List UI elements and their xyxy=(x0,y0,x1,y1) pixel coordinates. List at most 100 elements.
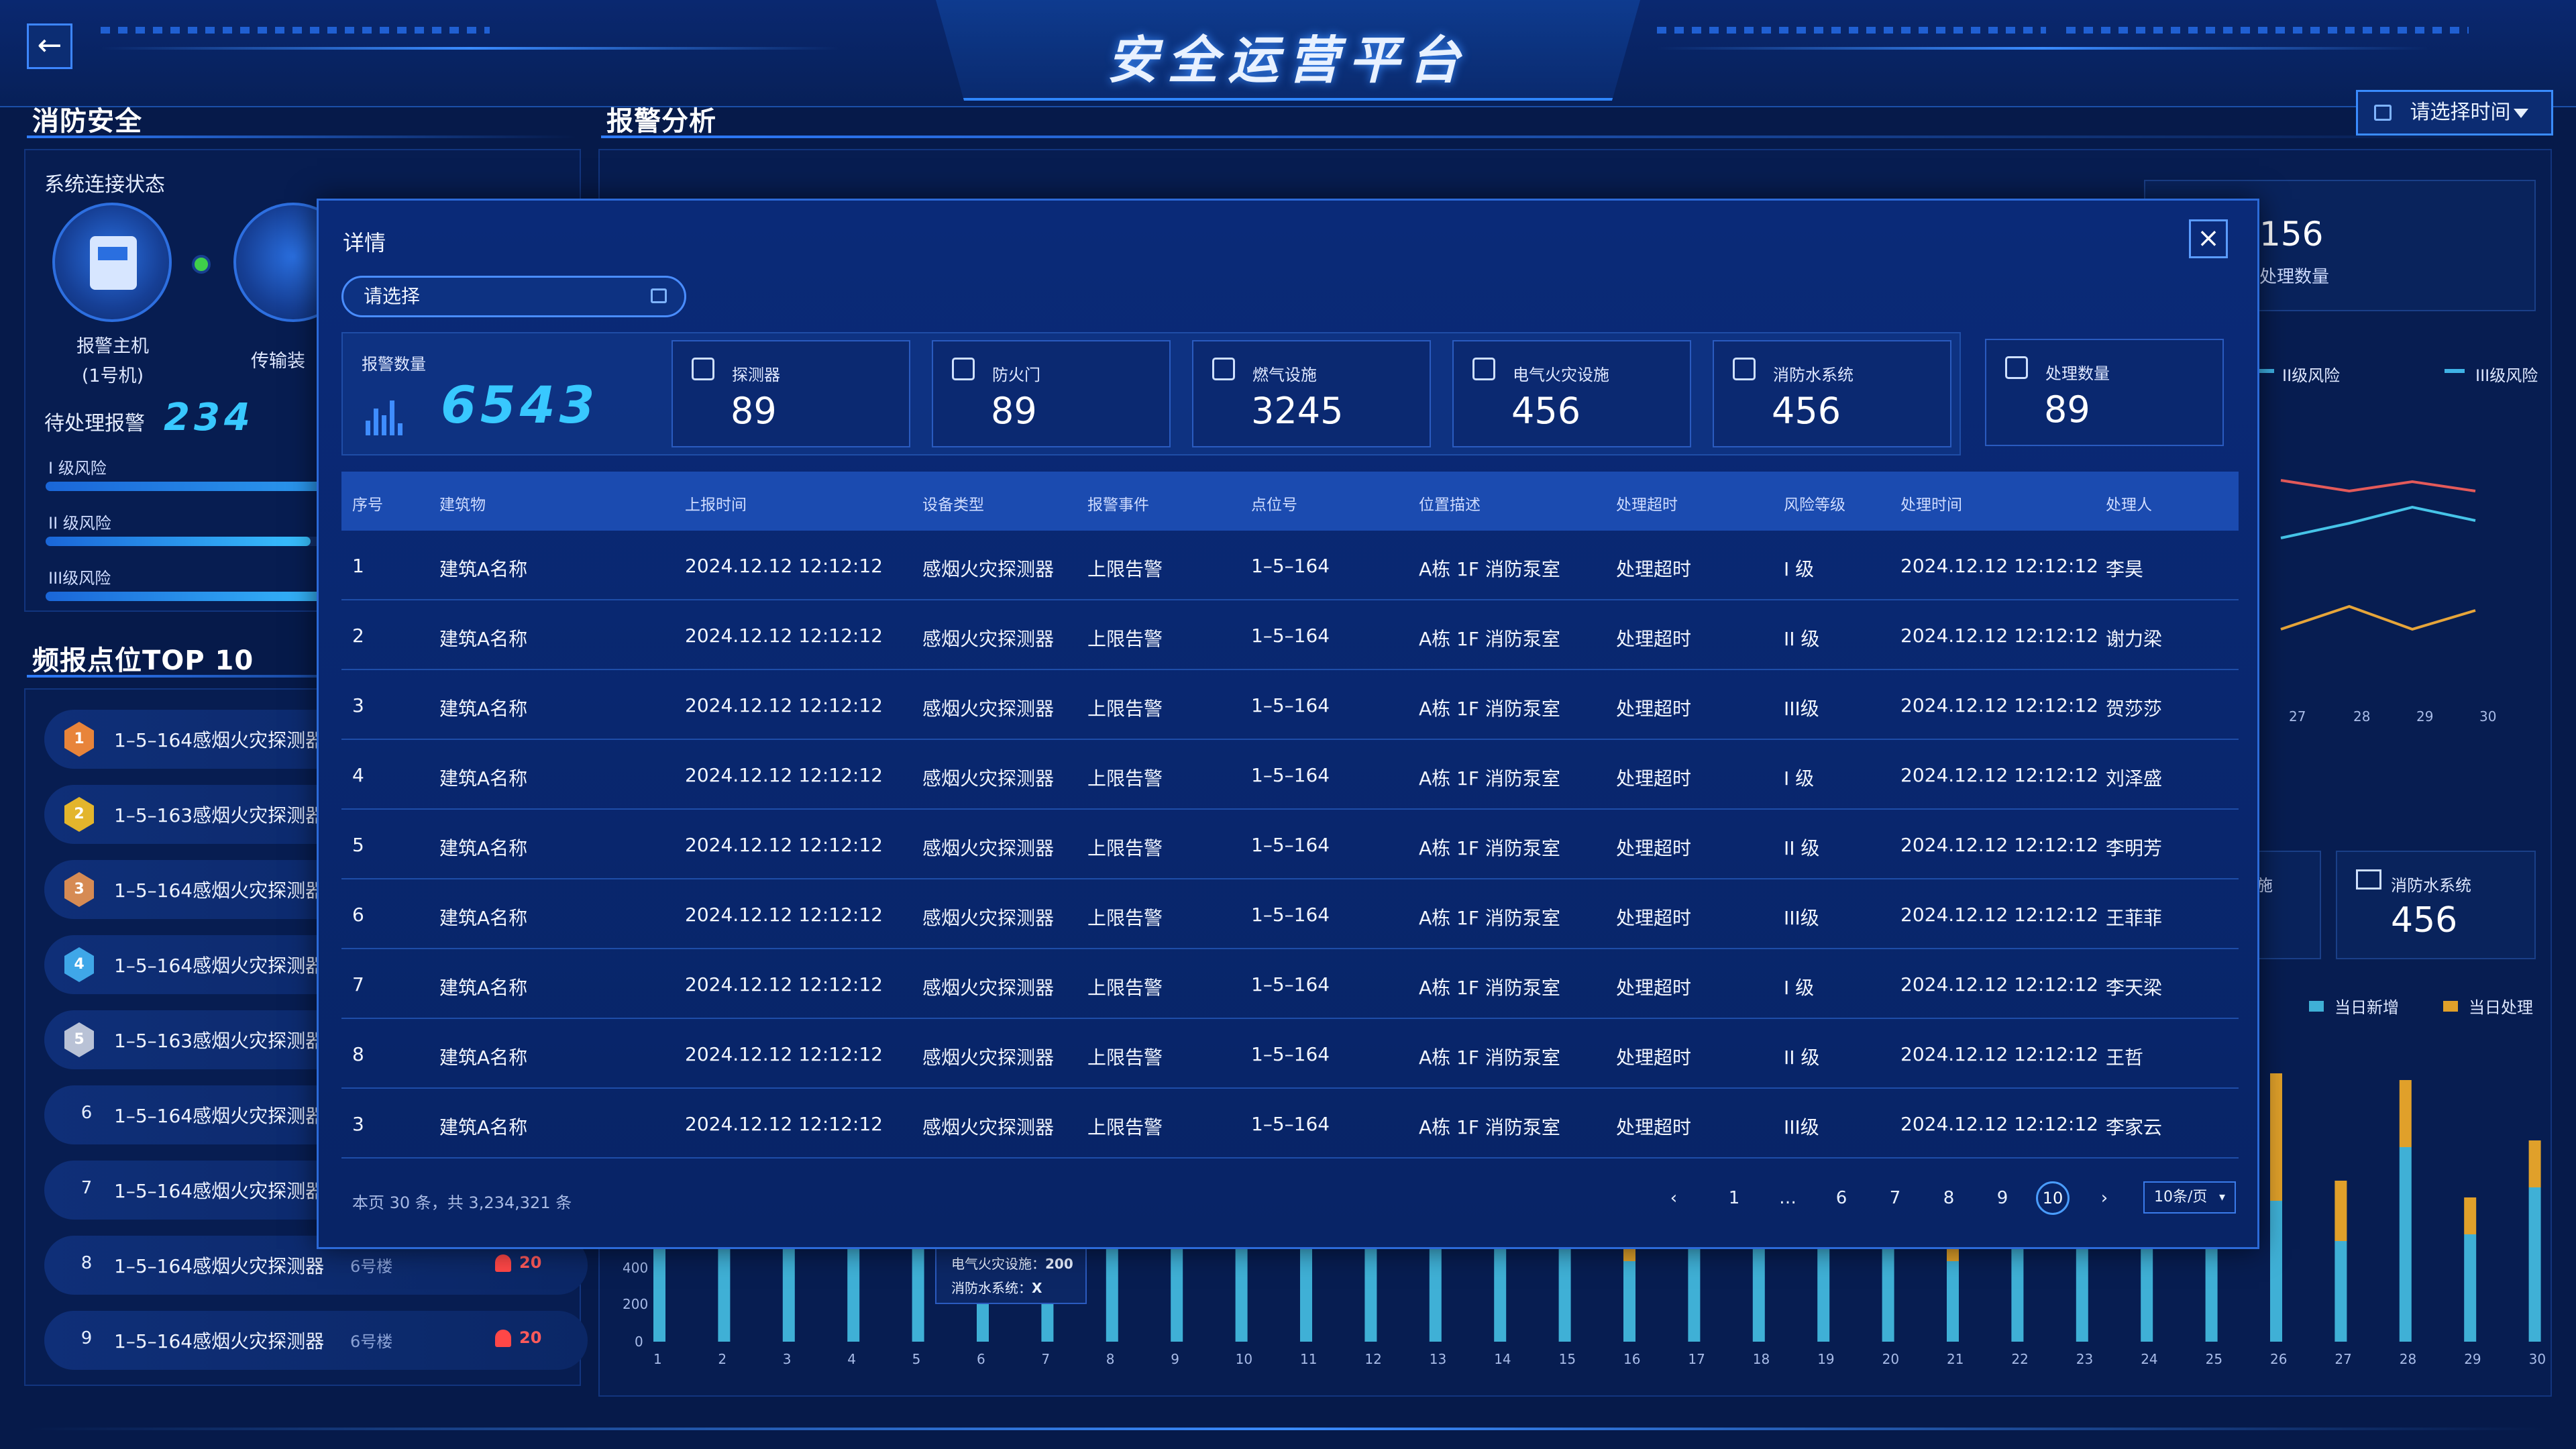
table-row[interactable]: 5 建筑A名称 2024.12.12 12:12:12 感烟火灾探测器 上限告警 1–5–… xyxy=(341,810,2239,879)
table-cell: 建筑A名称 xyxy=(439,837,528,859)
top10-list-item[interactable]: 9 1–5–164感烟火灾探测器 6号楼 20 xyxy=(44,1311,588,1370)
table-cell: 2024.12.12 12:12:12 xyxy=(1900,625,2098,647)
bar-new xyxy=(1947,1261,1959,1342)
stat-value: 456 xyxy=(1772,390,1841,432)
table-cell: 建筑A名称 xyxy=(439,767,528,790)
table-cell: 2024.12.12 12:12:12 xyxy=(685,1113,883,1135)
column-header: 报警事件 xyxy=(1087,496,1149,514)
table-cell: 建筑A名称 xyxy=(439,1116,528,1138)
tooltip-value: X xyxy=(1032,1280,1042,1296)
calendar-icon xyxy=(2374,105,2392,121)
page-button[interactable]: 1 xyxy=(1721,1188,1748,1208)
stat-label: 消防水系统 xyxy=(1773,366,1854,384)
table-row[interactable]: 1 建筑A名称 2024.12.12 12:12:12 感烟火灾探测器 上限告警 1–5–… xyxy=(341,531,2239,600)
pager-ellipsis[interactable]: … xyxy=(1774,1188,1801,1208)
medal-icon: 4 xyxy=(64,947,94,982)
table-cell: 1–5–164 xyxy=(1251,834,1330,856)
table-cell: 建筑A名称 xyxy=(439,907,528,929)
page-button[interactable]: 9 xyxy=(1989,1188,2016,1208)
electric-icon xyxy=(1472,358,1495,380)
prev-page-button[interactable]: ‹ xyxy=(1660,1188,1687,1208)
stat-value: 3245 xyxy=(1251,390,1344,432)
table-cell: I 级 xyxy=(1784,767,1815,790)
medal-icon: 1 xyxy=(64,722,94,757)
page-button[interactable]: 7 xyxy=(1882,1188,1909,1208)
medal-icon: 2 xyxy=(64,797,94,832)
medal-icon: 5 xyxy=(64,1022,94,1057)
point-name: 1–5–163感烟火灾探测器 xyxy=(114,1030,325,1052)
current-page-button[interactable]: 10 xyxy=(2036,1181,2070,1215)
table-cell: 1–5–164 xyxy=(1251,694,1330,716)
close-button[interactable]: × xyxy=(2189,219,2228,258)
water-system-icon xyxy=(2356,869,2381,890)
x-tick: 29 xyxy=(2464,1351,2481,1367)
table-cell: 刘泽盛 xyxy=(2106,767,2163,790)
table-cell: 处理超时 xyxy=(1616,1046,1692,1069)
x-tick: 8 xyxy=(1106,1351,1115,1367)
stats-strip: 报警数量 6543 探测器 89 防火门 89 燃气设施 3245 电气火灾设施 456 消防水… xyxy=(341,332,1961,455)
y-tick: 400 xyxy=(623,1260,649,1276)
x-tick: 18 xyxy=(1752,1351,1770,1367)
back-button[interactable]: ← xyxy=(27,23,72,69)
table-row[interactable]: 7 建筑A名称 2024.12.12 12:12:12 感烟火灾探测器 上限告警 1–5–… xyxy=(341,949,2239,1019)
legend-label: II级风险 xyxy=(2282,366,2341,385)
bar-new xyxy=(782,1241,795,1342)
x-tick: 27 xyxy=(2334,1351,2352,1367)
next-page-button[interactable]: › xyxy=(2091,1188,2118,1208)
date-select[interactable]: 请选择 xyxy=(341,276,686,317)
table-cell: 3 xyxy=(352,694,364,716)
page-button[interactable]: 8 xyxy=(1935,1188,1962,1208)
bar-new xyxy=(653,1241,665,1342)
x-tick: 26 xyxy=(2270,1351,2288,1367)
x-tick: 3 xyxy=(782,1351,792,1367)
risk-label: II 级风险 xyxy=(48,514,111,533)
x-tick: 9 xyxy=(1171,1351,1179,1367)
chevron-left-icon: ‹ xyxy=(1670,1188,1678,1208)
table-cell: 上限告警 xyxy=(1087,837,1163,859)
bar-handled xyxy=(2528,1140,2541,1187)
rank-number: 9 xyxy=(80,1328,93,1348)
legend-swatch xyxy=(2443,1001,2458,1012)
table-row[interactable]: 3 建筑A名称 2024.12.12 12:12:12 感烟火灾探测器 上限告警 1–5–… xyxy=(341,670,2239,740)
table-row[interactable]: 2 建筑A名称 2024.12.12 12:12:12 感烟火灾探测器 上限告警 1–5–… xyxy=(341,600,2239,670)
x-tick: 30 xyxy=(2528,1351,2546,1367)
table-cell: 2024.12.12 12:12:12 xyxy=(685,904,883,926)
water-system-kpi-label: 消防水系统 xyxy=(2391,876,2471,895)
bar-new xyxy=(2205,1248,2218,1342)
table-cell: 6 xyxy=(352,904,364,926)
table-row[interactable]: 4 建筑A名称 2024.12.12 12:12:12 感烟火灾探测器 上限告警 1–5–… xyxy=(341,740,2239,810)
water-system-icon xyxy=(1733,358,1756,380)
table-cell: 2024.12.12 12:12:12 xyxy=(685,555,883,577)
table-cell: 建筑A名称 xyxy=(439,977,528,999)
table-cell: II 级 xyxy=(1784,837,1820,859)
legend-swatch xyxy=(2445,369,2465,373)
table-cell: 建筑A名称 xyxy=(439,698,528,720)
page-button[interactable]: 6 xyxy=(1828,1188,1855,1208)
table-row[interactable]: 8 建筑A名称 2024.12.12 12:12:12 感烟火灾探测器 上限告警 1–5–… xyxy=(341,1019,2239,1089)
table-row[interactable]: 3 建筑A名称 2024.12.12 12:12:12 感烟火灾探测器 上限告警 1–5–… xyxy=(341,1089,2239,1159)
table-row[interactable]: 6 建筑A名称 2024.12.12 12:12:12 感烟火灾探测器 上限告警 1–5–… xyxy=(341,879,2239,949)
caret-down-icon: ▾ xyxy=(2218,1190,2225,1204)
table-cell: 处理超时 xyxy=(1616,837,1692,859)
table-cell: 王菲菲 xyxy=(2106,907,2163,929)
table-cell: 1 xyxy=(352,555,364,577)
table-cell: 上限告警 xyxy=(1087,1046,1163,1069)
time-select[interactable]: 请选择时间 xyxy=(2356,90,2553,136)
table-cell: 2024.12.12 12:12:12 xyxy=(685,834,883,856)
x-tick: 13 xyxy=(1429,1351,1447,1367)
table-cell: 1–5–164 xyxy=(1251,555,1330,577)
bar-new xyxy=(1235,1248,1248,1342)
page-size-select[interactable]: 10条/页 ▾ xyxy=(2143,1181,2236,1214)
table-cell: 处理超时 xyxy=(1616,767,1692,790)
table-cell: II 级 xyxy=(1784,1046,1820,1069)
gas-icon xyxy=(1212,358,1235,380)
x-tick: 17 xyxy=(1688,1351,1705,1367)
rank-number: 6 xyxy=(80,1103,93,1123)
x-tick: 2 xyxy=(718,1351,727,1367)
section-underline xyxy=(27,136,577,138)
table-cell: 2024.12.12 12:12:12 xyxy=(1900,834,2098,856)
chevron-right-icon: › xyxy=(2100,1188,2108,1208)
legend-label: 当日新增 xyxy=(2334,998,2399,1017)
alarm-frequency: 20 xyxy=(519,1253,542,1272)
column-header: 风险等级 xyxy=(1784,496,1845,514)
